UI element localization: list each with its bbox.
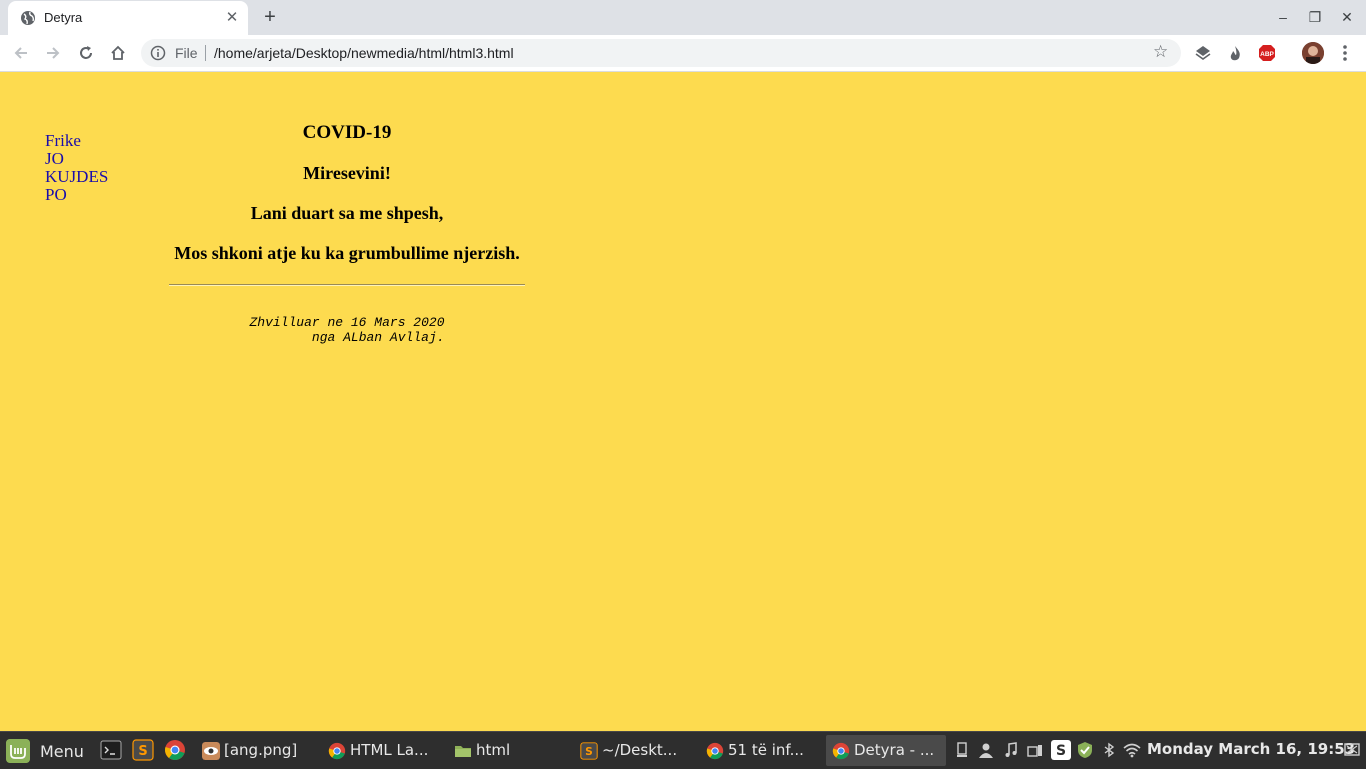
address-separator bbox=[205, 45, 206, 61]
task-chrome-detyra[interactable]: Detyra - ... bbox=[826, 735, 946, 766]
mint-logo-icon bbox=[6, 739, 30, 763]
info-icon[interactable] bbox=[150, 45, 166, 61]
tab-close-icon[interactable]: ✕ bbox=[222, 8, 242, 28]
battery-icon[interactable] bbox=[1027, 742, 1043, 758]
chrome-icon bbox=[328, 742, 346, 760]
close-window-button[interactable]: ✕ bbox=[1337, 8, 1357, 26]
adblock-plus-icon[interactable]: ABP bbox=[1258, 44, 1276, 62]
task-label: [ang.png] bbox=[224, 741, 298, 759]
welcome-heading: Miresevini! bbox=[303, 163, 391, 183]
advice-crowds: Mos shkoni atje ku ka grumbullime njerzi… bbox=[174, 243, 520, 263]
chrome-icon bbox=[832, 742, 850, 760]
footer-credits: Zhvilluar ne 16 Mars 2020 nga ALban Avll… bbox=[169, 315, 525, 345]
bookmark-star-icon[interactable]: ☆ bbox=[1153, 42, 1168, 62]
image-viewer-icon bbox=[202, 742, 220, 760]
task-label: html bbox=[476, 741, 511, 759]
flame-extension-icon[interactable] bbox=[1226, 44, 1244, 62]
wifi-icon[interactable] bbox=[1123, 742, 1141, 758]
task-label: Detyra - ... bbox=[854, 741, 935, 759]
nav-link-kujdes[interactable]: KUJDES bbox=[45, 168, 108, 186]
task-label: 51 të inf... bbox=[728, 741, 804, 759]
shield-check-icon[interactable] bbox=[1076, 741, 1094, 759]
reload-button[interactable] bbox=[74, 41, 98, 65]
chrome-icon bbox=[706, 742, 724, 760]
footer-author-line: nga ALban Avllaj. bbox=[311, 330, 445, 345]
task-label: HTML La... bbox=[350, 741, 429, 759]
restore-window-button[interactable]: ❐ bbox=[1305, 8, 1325, 26]
footer-date-line: Zhvilluar ne 16 Mars 2020 bbox=[249, 315, 445, 330]
forward-button[interactable] bbox=[41, 41, 65, 65]
side-navigation: Frike JO KUJDES PO bbox=[45, 132, 108, 204]
back-button[interactable] bbox=[9, 41, 33, 65]
web-page: Frike JO KUJDES PO COVID-19 Miresevini! … bbox=[0, 72, 1366, 731]
url-text[interactable]: /home/arjeta/Desktop/newmedia/html/html3… bbox=[214, 45, 514, 61]
more-menu-icon[interactable] bbox=[1336, 41, 1354, 65]
svg-text:S: S bbox=[585, 745, 593, 758]
desktop-taskbar: Menu S [ang.png] HTML La... html S ~/Des… bbox=[0, 731, 1366, 769]
arrow-left-icon bbox=[14, 47, 27, 59]
sublime-text-icon[interactable]: S bbox=[132, 739, 154, 761]
avatar-image bbox=[1302, 42, 1324, 64]
tab-title: Detyra bbox=[44, 10, 83, 25]
home-button[interactable] bbox=[106, 41, 130, 65]
removable-drive-icon[interactable] bbox=[954, 742, 970, 758]
sublime-tray-icon[interactable]: S bbox=[1051, 740, 1071, 760]
folder-icon bbox=[455, 746, 471, 757]
task-sublime-text[interactable]: S ~/Deskt... bbox=[574, 735, 696, 766]
profile-avatar[interactable] bbox=[1302, 42, 1324, 64]
svg-text:S: S bbox=[1056, 743, 1066, 759]
task-file-manager[interactable]: html bbox=[448, 735, 570, 766]
arrow-right-icon bbox=[47, 47, 60, 59]
sublime-text-icon: S bbox=[580, 742, 598, 760]
adblock-plus-label: ABP bbox=[1260, 51, 1274, 58]
task-image-viewer[interactable]: [ang.png] bbox=[196, 735, 318, 766]
clock[interactable]: Monday March 16, 19:53 bbox=[1147, 740, 1355, 758]
nav-link-frike[interactable]: Frike bbox=[45, 132, 108, 150]
task-chrome-html-lab[interactable]: HTML La... bbox=[322, 735, 444, 766]
show-desktop-icon[interactable] bbox=[1344, 742, 1360, 758]
minimize-window-button[interactable]: ‒ bbox=[1273, 8, 1293, 26]
browser-toolbar: File /home/arjeta/Desktop/newmedia/html/… bbox=[0, 35, 1366, 72]
horizontal-rule bbox=[169, 284, 525, 286]
bluetooth-icon[interactable] bbox=[1101, 742, 1117, 758]
task-label: ~/Deskt... bbox=[602, 741, 678, 759]
terminal-icon[interactable] bbox=[100, 739, 122, 761]
page-heading: COVID-19 bbox=[302, 122, 392, 143]
main-content: COVID-19 Miresevini! Lani duart sa me sh… bbox=[169, 122, 525, 345]
music-note-icon[interactable] bbox=[1003, 742, 1019, 758]
nav-link-po[interactable]: PO bbox=[45, 186, 108, 204]
layers-extension-icon[interactable] bbox=[1194, 44, 1212, 62]
chrome-icon[interactable] bbox=[164, 739, 186, 761]
svg-text:S: S bbox=[138, 744, 147, 759]
user-icon[interactable] bbox=[978, 742, 994, 758]
globe-icon bbox=[21, 11, 35, 25]
browser-tab-strip: Detyra ✕ + ‒ ❐ ✕ bbox=[0, 0, 1366, 35]
browser-tab-active[interactable]: Detyra ✕ bbox=[8, 1, 248, 35]
url-scheme-label: File bbox=[175, 45, 198, 61]
address-bar[interactable]: File /home/arjeta/Desktop/newmedia/html/… bbox=[141, 39, 1181, 67]
menu-label: Menu bbox=[40, 742, 84, 761]
home-icon bbox=[111, 45, 125, 60]
nav-link-jo[interactable]: JO bbox=[45, 150, 108, 168]
advice-handwashing: Lani duart sa me shpesh, bbox=[250, 203, 444, 223]
new-tab-button[interactable]: + bbox=[259, 6, 281, 28]
reload-icon bbox=[80, 46, 92, 59]
task-chrome-51[interactable]: 51 të inf... bbox=[700, 735, 822, 766]
